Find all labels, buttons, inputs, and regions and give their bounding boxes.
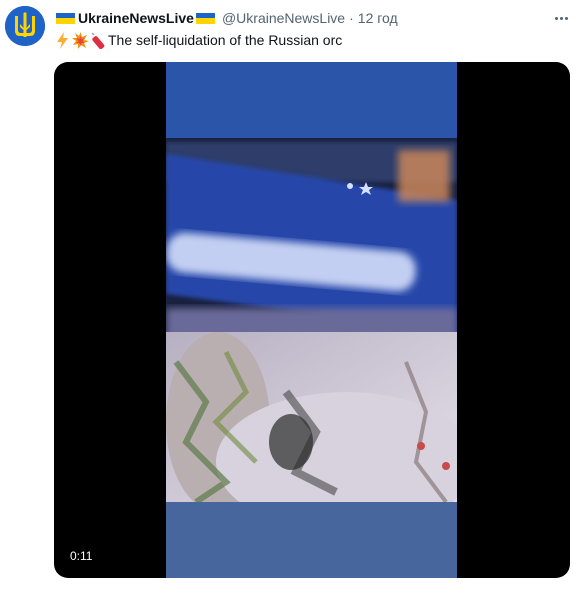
lightning-icon <box>57 31 68 49</box>
video-thumbnail <box>166 62 457 578</box>
video-duration: 0:11 <box>70 549 93 563</box>
user-handle[interactable]: @UkraineNewsLive <box>222 10 345 26</box>
tweet-body: The self-liquidation of the Russian orc <box>108 32 343 48</box>
collision-icon <box>72 31 89 49</box>
video-player[interactable]: 0:11 <box>54 62 570 578</box>
separator: · <box>349 10 354 26</box>
ukraine-flag-icon <box>56 12 75 24</box>
trident-icon <box>5 6 45 46</box>
tweet-text: The self-liquidation of the Russian orc <box>54 30 342 50</box>
video-frame[interactable] <box>166 62 457 578</box>
tweet[interactable]: UkraineNewsLive @UkraineNewsLive · 12 го… <box>0 0 575 591</box>
tweet-header: UkraineNewsLive @UkraineNewsLive · 12 го… <box>54 8 398 28</box>
avatar[interactable] <box>5 6 45 46</box>
ukraine-flag-icon <box>195 12 215 24</box>
display-name[interactable]: UkraineNewsLive <box>78 10 194 26</box>
timestamp[interactable]: 12 год <box>358 10 398 26</box>
more-options-icon[interactable] <box>549 8 573 28</box>
firecracker-icon <box>91 31 105 49</box>
